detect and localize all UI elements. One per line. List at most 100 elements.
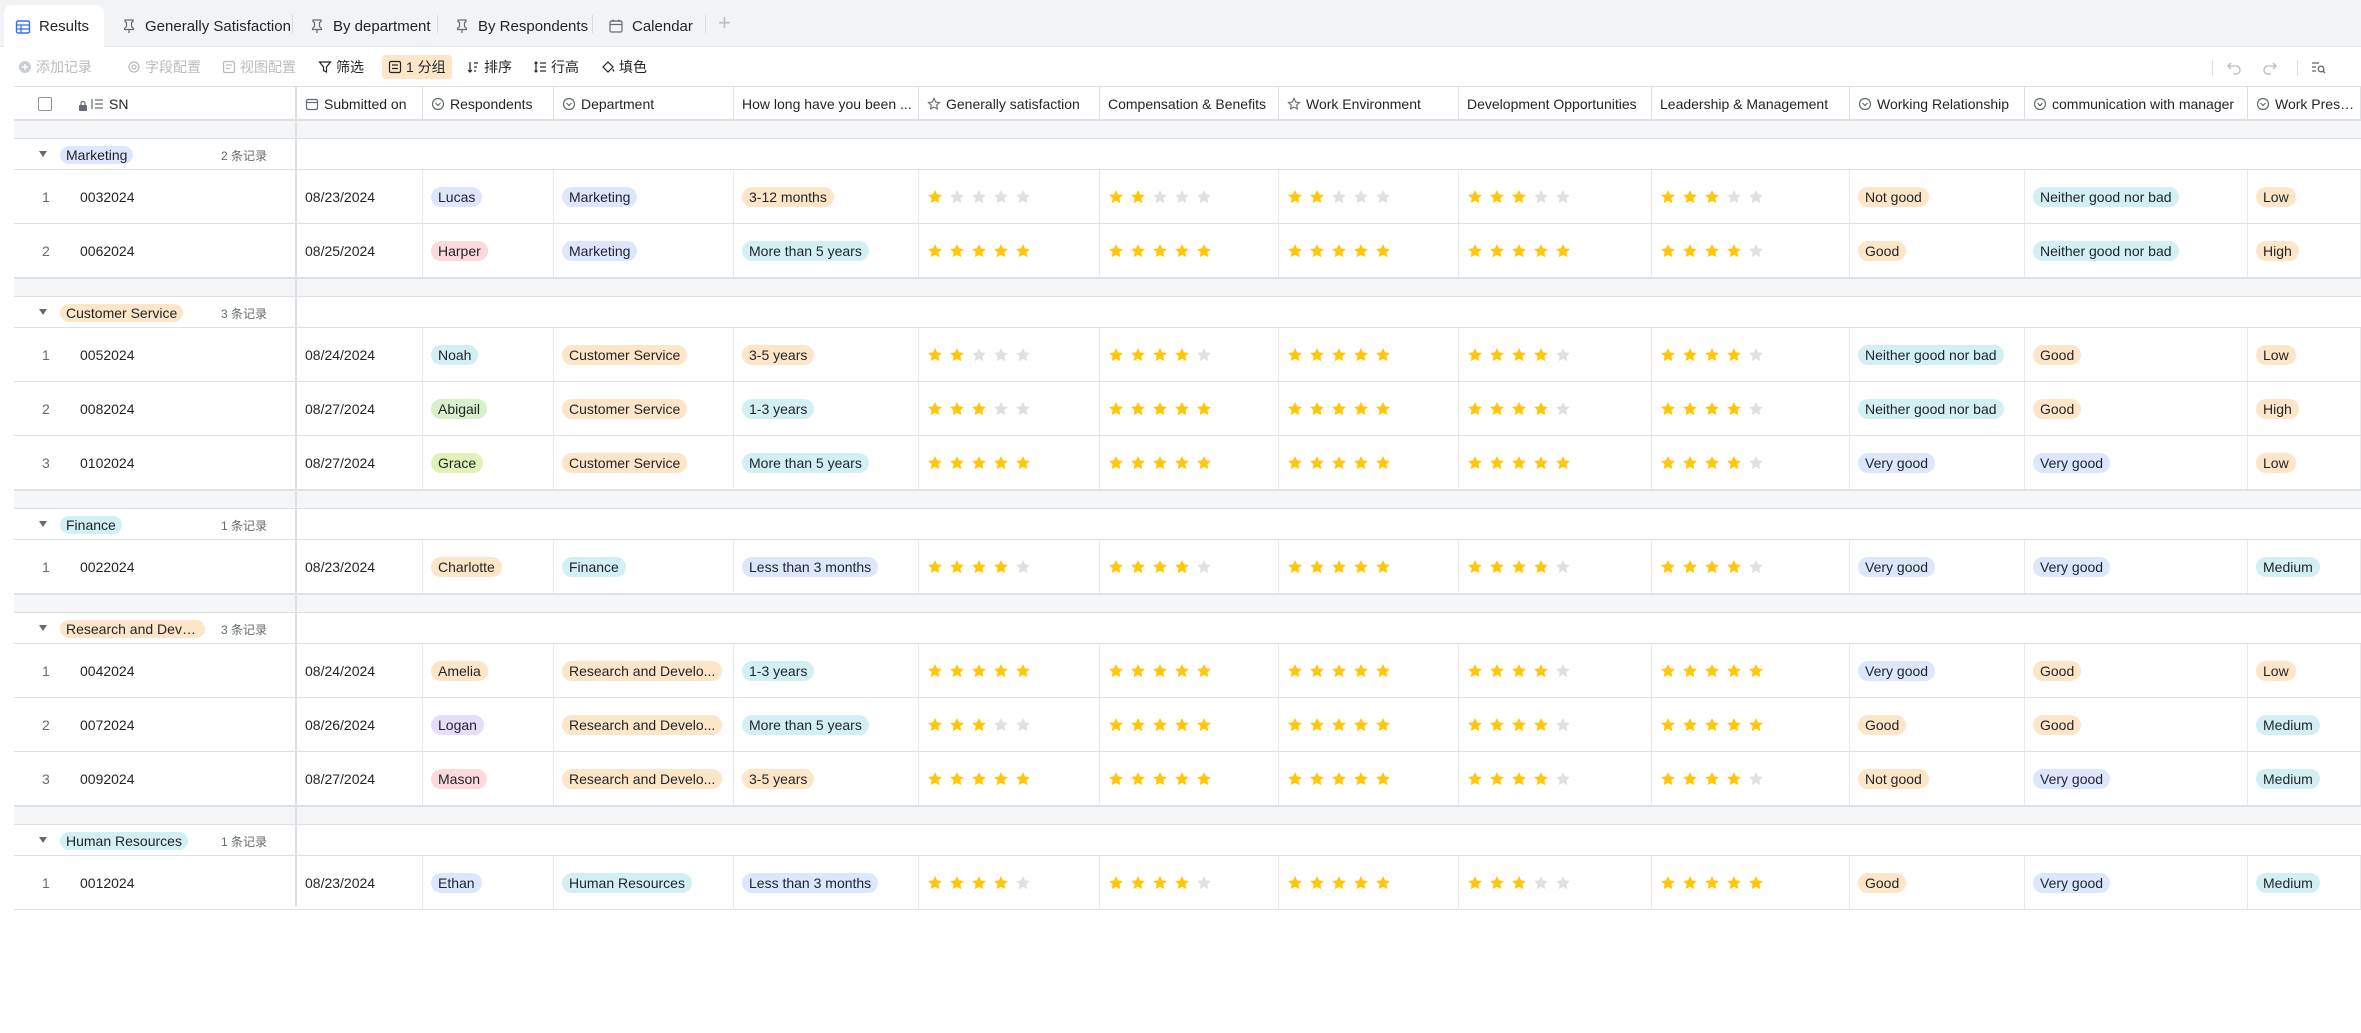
star-empty-icon[interactable]: [949, 189, 965, 205]
department-cell[interactable]: Customer Service: [554, 382, 734, 435]
star-filled-icon[interactable]: [971, 455, 987, 471]
dev-cell[interactable]: [1459, 752, 1652, 805]
star-filled-icon[interactable]: [1309, 455, 1325, 471]
star-filled-icon[interactable]: [1196, 243, 1212, 259]
sn-cell[interactable]: 0102024: [72, 436, 296, 489]
star-rating[interactable]: [927, 243, 1031, 259]
star-filled-icon[interactable]: [993, 771, 1009, 787]
star-filled-icon[interactable]: [1682, 455, 1698, 471]
comm-cell[interactable]: Very good: [2025, 540, 2248, 593]
star-filled-icon[interactable]: [1726, 875, 1742, 891]
star-filled-icon[interactable]: [1375, 243, 1391, 259]
star-rating[interactable]: [1287, 401, 1391, 417]
star-filled-icon[interactable]: [1704, 455, 1720, 471]
star-filled-icon[interactable]: [1108, 771, 1124, 787]
respondent-cell[interactable]: Grace: [423, 436, 554, 489]
star-filled-icon[interactable]: [949, 401, 965, 417]
star-filled-icon[interactable]: [1704, 559, 1720, 575]
env-cell[interactable]: [1279, 436, 1459, 489]
table-row[interactable]: 2 0072024 08/26/2024 Logan Research and Deve…: [14, 698, 2361, 752]
star-filled-icon[interactable]: [927, 455, 943, 471]
star-filled-icon[interactable]: [1726, 401, 1742, 417]
star-filled-icon[interactable]: [1152, 559, 1168, 575]
star-filled-icon[interactable]: [1682, 189, 1698, 205]
star-filled-icon[interactable]: [1152, 347, 1168, 363]
comm-cell[interactable]: Good: [2025, 328, 2248, 381]
star-filled-icon[interactable]: [1682, 401, 1698, 417]
star-rating[interactable]: [1660, 875, 1764, 891]
pressure-cell[interactable]: Low: [2248, 170, 2361, 223]
star-filled-icon[interactable]: [949, 455, 965, 471]
star-empty-icon[interactable]: [1015, 347, 1031, 363]
undo-icon[interactable]: [2226, 59, 2242, 75]
star-filled-icon[interactable]: [1015, 243, 1031, 259]
star-filled-icon[interactable]: [927, 717, 943, 733]
star-empty-icon[interactable]: [1555, 717, 1571, 733]
table-row[interactable]: 3 0092024 08/27/2024 Mason Research and Deve…: [14, 752, 2361, 806]
star-rating[interactable]: [1108, 771, 1212, 787]
star-empty-icon[interactable]: [1748, 771, 1764, 787]
department-cell[interactable]: Customer Service: [554, 328, 734, 381]
star-filled-icon[interactable]: [971, 875, 987, 891]
star-filled-icon[interactable]: [1704, 663, 1720, 679]
lead-cell[interactable]: [1652, 170, 1850, 223]
star-filled-icon[interactable]: [1174, 663, 1190, 679]
star-filled-icon[interactable]: [1704, 401, 1720, 417]
star-filled-icon[interactable]: [1467, 401, 1483, 417]
star-filled-icon[interactable]: [1555, 243, 1571, 259]
star-filled-icon[interactable]: [1174, 243, 1190, 259]
column-header-dev[interactable]: Development Opportunities: [1459, 87, 1652, 120]
star-filled-icon[interactable]: [1152, 875, 1168, 891]
star-empty-icon[interactable]: [1555, 401, 1571, 417]
tenure-cell[interactable]: Less than 3 months: [734, 540, 919, 593]
redo-icon[interactable]: [2262, 59, 2278, 75]
env-cell[interactable]: [1279, 328, 1459, 381]
star-filled-icon[interactable]: [1130, 717, 1146, 733]
star-rating[interactable]: [1108, 663, 1212, 679]
star-filled-icon[interactable]: [1309, 347, 1325, 363]
star-empty-icon[interactable]: [993, 401, 1009, 417]
star-filled-icon[interactable]: [1287, 663, 1303, 679]
table-row[interactable]: 1 0032024 08/23/2024 Lucas Marketing 3-12 mon…: [14, 170, 2361, 224]
star-filled-icon[interactable]: [1660, 717, 1676, 733]
star-filled-icon[interactable]: [1726, 455, 1742, 471]
star-empty-icon[interactable]: [1174, 189, 1190, 205]
table-row[interactable]: 1 0042024 08/24/2024 Amelia Research and Dev…: [14, 644, 2361, 698]
star-filled-icon[interactable]: [1287, 347, 1303, 363]
star-filled-icon[interactable]: [1015, 771, 1031, 787]
comm-cell[interactable]: Good: [2025, 644, 2248, 697]
star-filled-icon[interactable]: [1309, 875, 1325, 891]
star-rating[interactable]: [1467, 663, 1571, 679]
star-filled-icon[interactable]: [1353, 559, 1369, 575]
star-filled-icon[interactable]: [1489, 455, 1505, 471]
star-filled-icon[interactable]: [1331, 401, 1347, 417]
star-filled-icon[interactable]: [1748, 717, 1764, 733]
star-filled-icon[interactable]: [1704, 347, 1720, 363]
star-rating[interactable]: [1287, 663, 1391, 679]
department-cell[interactable]: Human Resources: [554, 856, 734, 909]
star-filled-icon[interactable]: [1108, 663, 1124, 679]
star-filled-icon[interactable]: [1196, 717, 1212, 733]
star-filled-icon[interactable]: [1108, 243, 1124, 259]
fill-color-button[interactable]: 填色: [595, 55, 653, 79]
star-filled-icon[interactable]: [1660, 243, 1676, 259]
relation-cell[interactable]: Good: [1850, 856, 2025, 909]
star-filled-icon[interactable]: [1375, 559, 1391, 575]
tenure-cell[interactable]: 3-5 years: [734, 328, 919, 381]
star-filled-icon[interactable]: [1375, 347, 1391, 363]
star-empty-icon[interactable]: [1555, 559, 1571, 575]
tenure-cell[interactable]: 1-3 years: [734, 644, 919, 697]
star-filled-icon[interactable]: [1489, 875, 1505, 891]
sn-cell[interactable]: 0082024: [72, 382, 296, 435]
column-header-comp[interactable]: Compensation & Benefits: [1100, 87, 1279, 120]
star-filled-icon[interactable]: [1287, 559, 1303, 575]
star-filled-icon[interactable]: [1489, 559, 1505, 575]
comp-cell[interactable]: [1100, 698, 1279, 751]
star-filled-icon[interactable]: [927, 243, 943, 259]
star-filled-icon[interactable]: [1331, 455, 1347, 471]
star-filled-icon[interactable]: [1467, 243, 1483, 259]
star-rating[interactable]: [1467, 771, 1571, 787]
star-filled-icon[interactable]: [1511, 189, 1527, 205]
star-filled-icon[interactable]: [1511, 717, 1527, 733]
star-filled-icon[interactable]: [1130, 243, 1146, 259]
